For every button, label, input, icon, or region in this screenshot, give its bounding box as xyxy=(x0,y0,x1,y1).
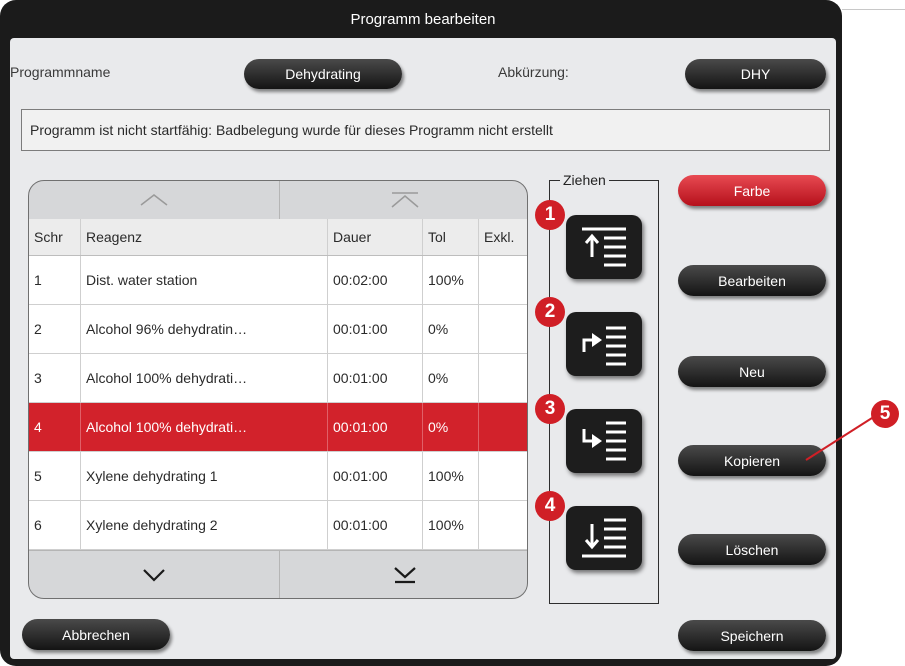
window-title: Programm bearbeiten xyxy=(350,11,496,28)
scroll-bottom-button[interactable] xyxy=(279,550,527,598)
exclusive-cell xyxy=(479,256,527,304)
table-row[interactable]: 6 Xylene dehydrating 2 00:01:00 100% xyxy=(29,501,527,550)
duration-cell: 00:01:00 xyxy=(328,403,423,451)
step-cell: 2 xyxy=(29,305,81,353)
exclusive-cell xyxy=(479,403,527,451)
tolerance-cell: 0% xyxy=(423,305,479,353)
scroll-top-button[interactable] xyxy=(279,181,527,219)
scroll-to-bottom-icon xyxy=(394,567,416,584)
column-header-reagent: Reagenz xyxy=(81,219,328,255)
exclusive-cell xyxy=(479,305,527,353)
scroll-up-button[interactable] xyxy=(29,181,279,219)
step-cell: 4 xyxy=(29,403,81,451)
step-cell: 5 xyxy=(29,452,81,500)
chevron-down-icon xyxy=(143,569,165,582)
duration-cell: 00:01:00 xyxy=(328,501,423,549)
tolerance-cell: 100% xyxy=(423,501,479,549)
exclusive-cell xyxy=(479,354,527,402)
move-group-label: Ziehen xyxy=(560,172,609,188)
color-button[interactable]: Farbe xyxy=(678,175,826,206)
move-to-bottom-icon xyxy=(582,518,626,558)
steps-table: Schr Reagenz Dauer Tol Exkl. 1 Dist. wat… xyxy=(29,219,527,550)
move-up-button[interactable] xyxy=(566,312,642,376)
duration-cell: 00:01:00 xyxy=(328,354,423,402)
program-name-button[interactable]: Dehydrating xyxy=(244,59,402,89)
callout-marker-5: 5 xyxy=(871,400,899,428)
move-to-top-icon xyxy=(582,227,626,267)
move-to-top-button[interactable] xyxy=(566,215,642,279)
callout-leader-line xyxy=(805,417,873,461)
scroll-down-button[interactable] xyxy=(29,550,279,598)
column-header-step: Schr xyxy=(29,219,81,255)
reagent-cell: Alcohol 100% dehydrati… xyxy=(81,403,328,451)
new-button[interactable]: Neu xyxy=(678,356,826,387)
scroll-to-top-icon xyxy=(391,192,419,208)
duration-cell: 00:01:00 xyxy=(328,305,423,353)
table-row-selected[interactable]: 4 Alcohol 100% dehydrati… 00:01:00 0% xyxy=(29,403,527,452)
program-name-label: Programmname xyxy=(10,64,111,80)
reagent-cell: Dist. water station xyxy=(81,256,328,304)
tolerance-cell: 100% xyxy=(423,256,479,304)
step-cell: 3 xyxy=(29,354,81,402)
chevron-up-icon xyxy=(140,194,168,206)
callout-marker-1: 1 xyxy=(535,200,565,230)
steps-table-panel: Schr Reagenz Dauer Tol Exkl. 1 Dist. wat… xyxy=(28,180,528,599)
table-row[interactable]: 3 Alcohol 100% dehydrati… 00:01:00 0% xyxy=(29,354,527,403)
abbreviation-label: Abkürzung: xyxy=(498,64,569,80)
reagent-cell: Alcohol 96% dehydratin… xyxy=(81,305,328,353)
reagent-cell: Alcohol 100% dehydrati… xyxy=(81,354,328,402)
tolerance-cell: 0% xyxy=(423,403,479,451)
table-row[interactable]: 1 Dist. water station 00:02:00 100% xyxy=(29,256,527,305)
callout-marker-4: 4 xyxy=(535,491,565,521)
column-header-duration: Dauer xyxy=(328,219,423,255)
reagent-cell: Xylene dehydrating 1 xyxy=(81,452,328,500)
column-header-tolerance: Tol xyxy=(423,219,479,255)
table-row[interactable]: 5 Xylene dehydrating 1 00:01:00 100% xyxy=(29,452,527,501)
cancel-button[interactable]: Abbrechen xyxy=(22,619,170,650)
move-down-button[interactable] xyxy=(566,409,642,473)
exclusive-cell xyxy=(479,501,527,549)
duration-cell: 00:01:00 xyxy=(328,452,423,500)
frame-edge-line xyxy=(842,9,905,10)
column-header-exclusive: Exkl. xyxy=(484,229,515,245)
table-header-row: Schr Reagenz Dauer Tol Exkl. xyxy=(29,219,527,256)
table-row[interactable]: 2 Alcohol 96% dehydratin… 00:01:00 0% xyxy=(29,305,527,354)
move-up-icon xyxy=(582,326,626,366)
step-cell: 1 xyxy=(29,256,81,304)
duration-cell: 00:02:00 xyxy=(328,256,423,304)
edit-button[interactable]: Bearbeiten xyxy=(678,265,826,296)
delete-button[interactable]: Löschen xyxy=(678,534,826,565)
abbreviation-button[interactable]: DHY xyxy=(685,59,826,89)
save-button[interactable]: Speichern xyxy=(678,620,826,651)
status-message: Programm ist nicht startfähig: Badbelegu… xyxy=(21,109,830,151)
move-to-bottom-button[interactable] xyxy=(566,506,642,570)
reagent-cell: Xylene dehydrating 2 xyxy=(81,501,328,549)
callout-marker-2: 2 xyxy=(535,297,565,327)
move-down-icon xyxy=(582,421,626,461)
exclusive-cell xyxy=(479,452,527,500)
tolerance-cell: 100% xyxy=(423,452,479,500)
tolerance-cell: 0% xyxy=(423,354,479,402)
step-cell: 6 xyxy=(29,501,81,549)
callout-marker-3: 3 xyxy=(535,394,565,424)
